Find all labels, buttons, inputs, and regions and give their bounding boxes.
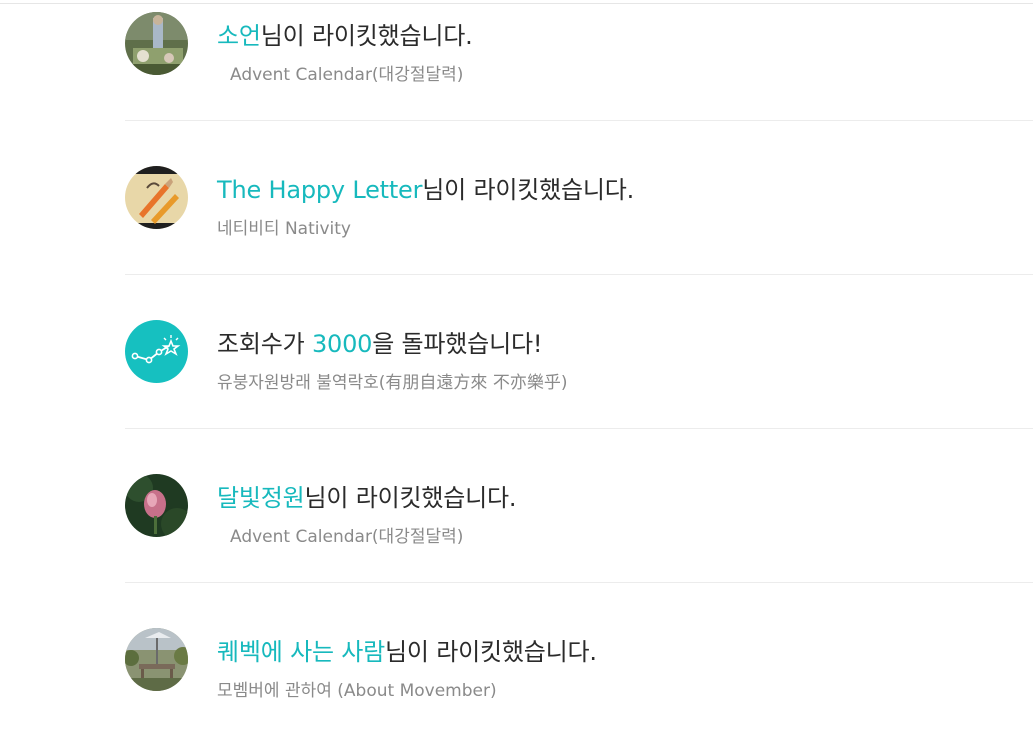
user-link[interactable]: 퀘벡에 사는 사람 [217,638,385,666]
avatar [125,320,188,383]
pencils-photo-icon [125,166,188,229]
post-title-link[interactable]: 모벰버에 관하여 (About Movember) [217,676,597,701]
notification-title: The Happy Letter님이 라이킷했습니다. [217,170,634,205]
garden-photo-icon [125,12,188,75]
flower-photo-icon [125,474,188,537]
notification-message: 님이 라이킷했습니다. [260,22,473,50]
notification-title: 퀘벡에 사는 사람님이 라이킷했습니다. [217,632,597,667]
notification-item[interactable]: 조회수가 3000을 돌파했습니다! 유붕자원방래 불역락호(有朋自遠方來 不亦… [125,275,1033,429]
notification-message: 님이 라이킷했습니다. [422,176,635,204]
post-title-link[interactable]: Advent Calendar(대강절달력) [217,522,516,547]
notification-list: 소언님이 라이킷했습니다. Advent Calendar(대강절달력) The… [0,0,1033,735]
notification-title: 조회수가 3000을 돌파했습니다! [217,324,567,359]
notification-message: 을 돌파했습니다! [372,330,543,358]
avatar[interactable] [125,628,188,691]
user-link[interactable]: 소언 [217,22,261,50]
avatar[interactable] [125,166,188,229]
avatar[interactable] [125,474,188,537]
user-link[interactable]: 달빛정원 [217,484,305,512]
notification-title: 달빛정원님이 라이킷했습니다. [217,478,517,513]
avatar[interactable] [125,12,188,75]
notification-item[interactable]: The Happy Letter님이 라이킷했습니다. 네티비티 Nativit… [125,121,1033,275]
notification-item[interactable]: 소언님이 라이킷했습니다. Advent Calendar(대강절달력) [125,0,1033,121]
user-link[interactable]: The Happy Letter [217,176,422,204]
notification-prefix: 조회수가 [217,330,312,358]
notification-item[interactable]: 달빛정원님이 라이킷했습니다. Advent Calendar(대강절달력) [125,429,1033,583]
view-count: 3000 [311,330,373,358]
notification-item[interactable]: 퀘벡에 사는 사람님이 라이킷했습니다. 모벰버에 관하여 (About Mov… [125,583,1033,735]
notification-message: 님이 라이킷했습니다. [385,638,597,666]
notification-title: 소언님이 라이킷했습니다. [217,16,473,51]
post-title-link[interactable]: 유붕자원방래 불역락호(有朋自遠方來 不亦樂乎) [217,368,567,393]
views-milestone-icon [131,335,181,364]
notification-message: 님이 라이킷했습니다. [304,484,517,512]
post-title-link[interactable]: 네티비티 Nativity [217,214,634,239]
patio-photo-icon [125,628,188,691]
post-title-link[interactable]: Advent Calendar(대강절달력) [217,60,473,85]
